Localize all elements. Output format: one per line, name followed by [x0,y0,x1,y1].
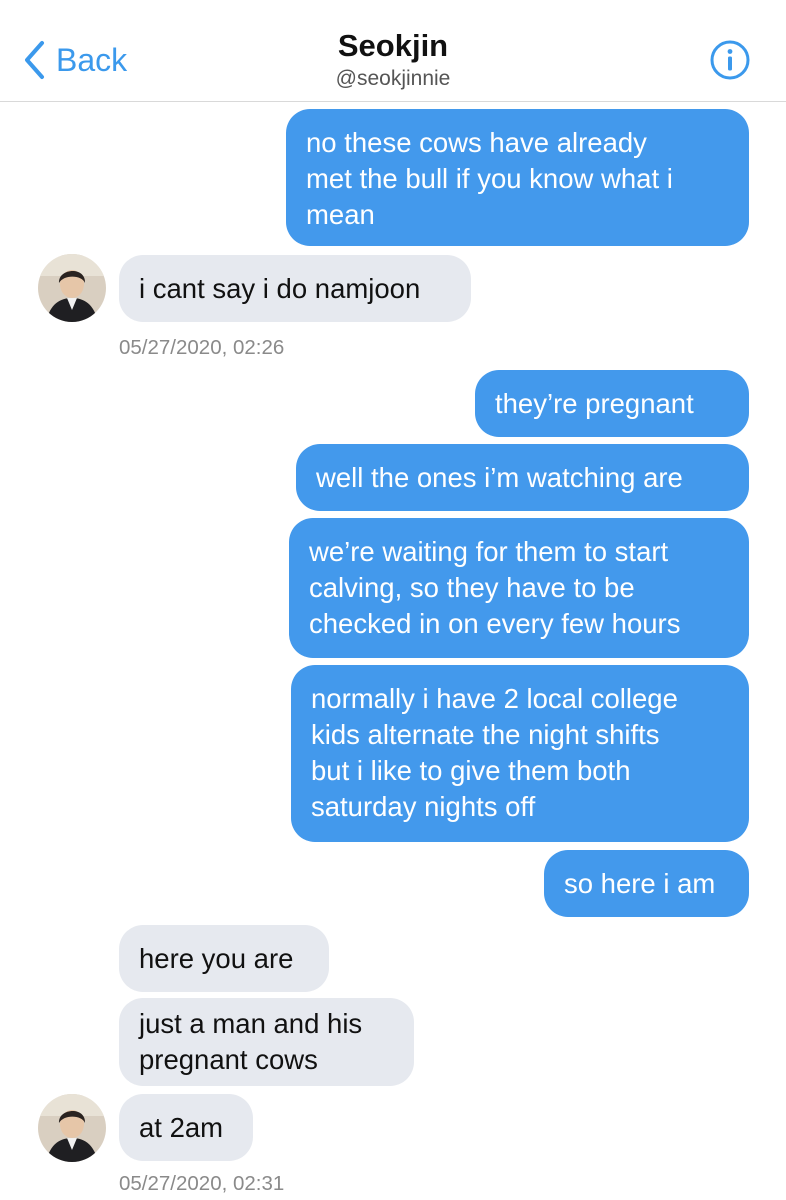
sent-message-bubble[interactable]: normally i have 2 local college kids alt… [291,665,749,842]
info-button[interactable] [709,39,751,81]
message-line: met the bull if you know what i [306,163,673,194]
sent-message-bubble[interactable]: no these cows have already met the bull … [286,109,749,246]
message-line: pregnant cows [139,1044,318,1075]
message-line: no these cows have already [306,127,647,158]
message-line: calving, so they have to be [309,572,635,603]
received-message-bubble[interactable]: here you are [119,925,329,992]
sent-message-bubble[interactable]: we’re waiting for them to start calving,… [289,518,749,658]
message-timestamp: 05/27/2020, 02:31 [119,1172,285,1195]
message-line: here you are [139,943,294,974]
message-line: so here i am [564,868,716,899]
message-line: but i like to give them both [311,755,631,786]
message-line: i cant say i do namjoon [139,273,421,304]
received-message-bubble[interactable]: just a man and his pregnant cows [119,998,414,1086]
sent-message-bubble[interactable]: so here i am [544,850,749,917]
message-line: they’re pregnant [495,388,694,419]
sent-message-bubble[interactable]: they’re pregnant [475,370,749,437]
contact-avatar[interactable] [38,254,106,322]
message-line: checked in on every few hours [309,608,681,639]
message-line: normally i have 2 local college [311,683,678,714]
message-timestamp: 05/27/2020, 02:26 [119,336,285,359]
contact-name: Seokjin [337,28,449,63]
message-line: we’re waiting for them to start [309,536,669,567]
contact-avatar[interactable] [38,1094,106,1162]
sent-message-bubble[interactable]: well the ones i’m watching are [296,444,749,511]
message-line: well the ones i’m watching are [316,462,683,493]
message-line: saturday nights off [311,791,536,822]
message-line: at 2am [139,1112,224,1143]
received-message-bubble[interactable]: i cant say i do namjoon [119,255,471,322]
message-line: just a man and his [139,1008,363,1039]
contact-handle: @seokjinnie [335,67,451,90]
received-message-bubble[interactable]: at 2am [119,1094,253,1161]
message-line: mean [306,199,375,230]
message-line: kids alternate the night shifts [311,719,660,750]
info-circle-icon [710,40,750,80]
conversation-header: Back Seokjin @seokjinnie [0,0,786,102]
